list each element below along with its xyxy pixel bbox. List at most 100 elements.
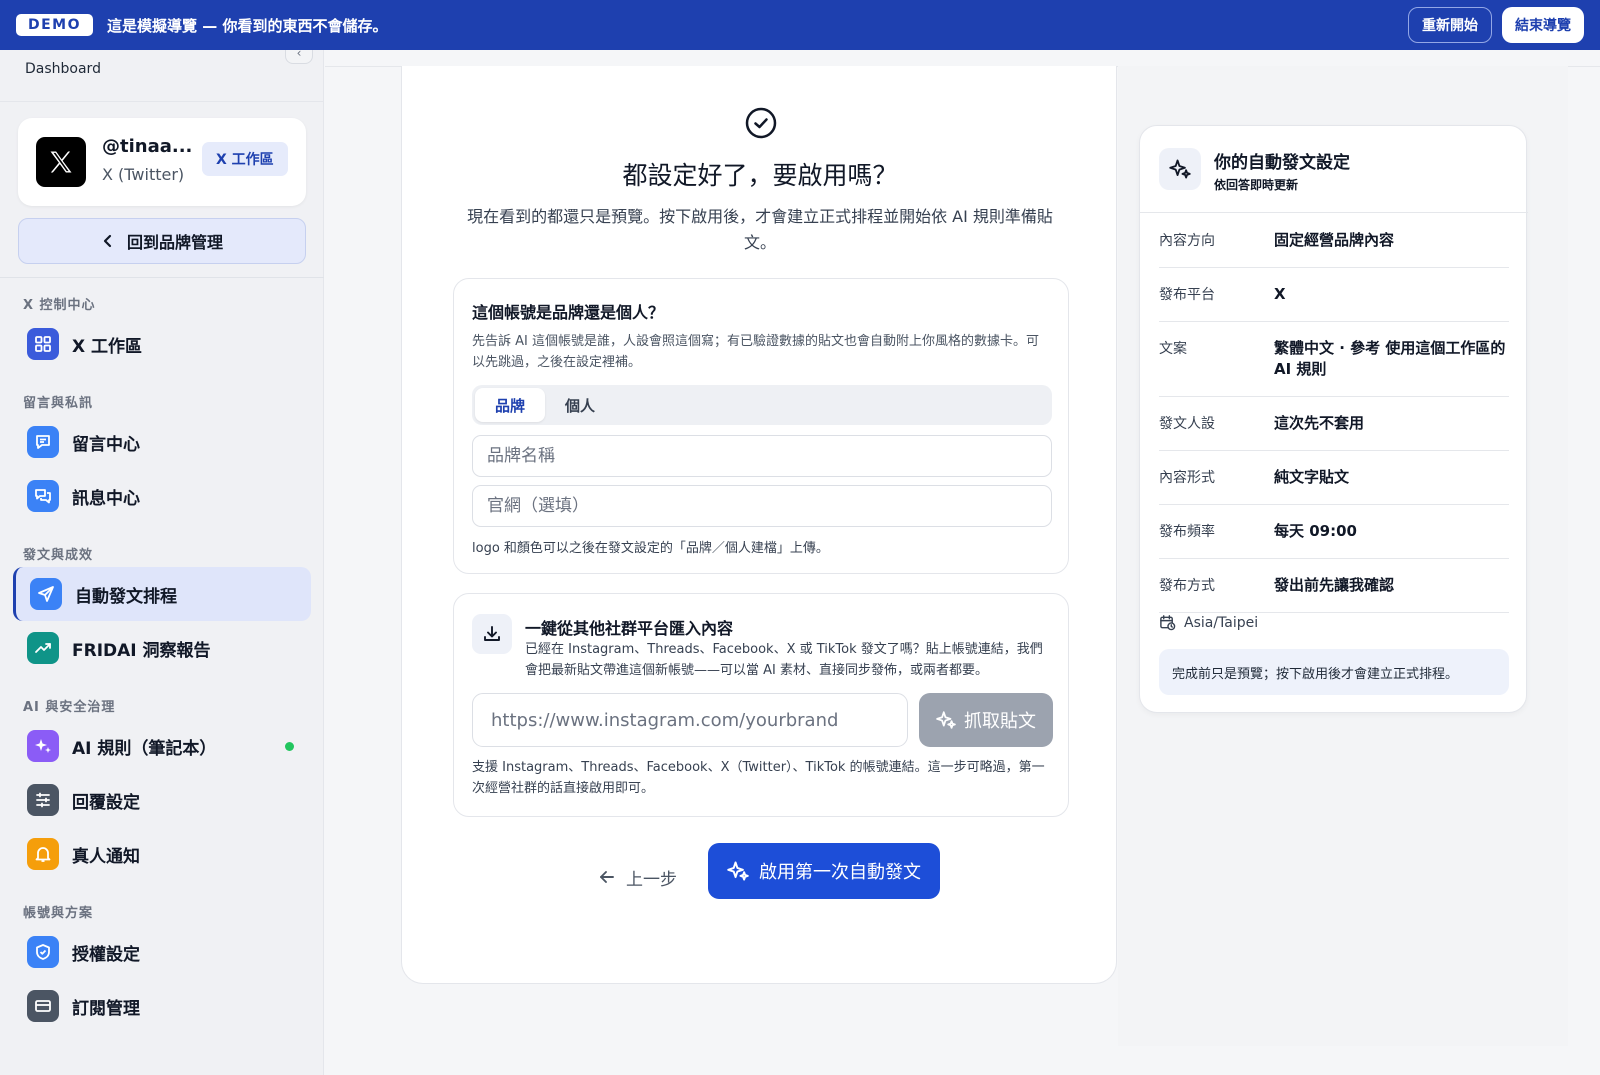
account-handle: @tinaa... xyxy=(102,136,193,157)
sidebar-item-x-workspace[interactable]: X 工作區 xyxy=(13,317,311,371)
sidebar-item-fridai-report[interactable]: FRIDAI 洞察報告 xyxy=(13,621,311,675)
identity-title: 這個帳號是品牌還是個人？ xyxy=(472,303,665,322)
back-to-brands-label: 回到品牌管理 xyxy=(126,233,223,252)
demo-banner: DEMO 這是模擬導覽 — 你看到的東西不會儲存。 重新開始 結束導覽 xyxy=(0,0,1600,50)
summary-row-value: 發出前先讓我確認 xyxy=(1274,576,1395,594)
sidebar-item-label: 真人通知 xyxy=(72,846,140,867)
trend-icon xyxy=(27,632,59,664)
nav-section-title: X 控制中心 xyxy=(23,298,96,313)
summary-subtitle: 依回答即時更新 xyxy=(1214,178,1299,192)
summary-row-value: 繁體中文 · 參考 使用這個工作區的 AI 規則 xyxy=(1274,339,1506,378)
wizard-title: 都設定好了，要啟用嗎？ xyxy=(622,161,898,190)
website-input[interactable] xyxy=(472,485,1052,527)
sidebar-item-authorization[interactable]: 授權設定 xyxy=(13,925,311,979)
summary-row: 發布方式 發出前先讓我確認 xyxy=(1159,559,1509,613)
comment-icon xyxy=(27,426,59,458)
summary-row: 內容形式 純文字貼文 xyxy=(1159,451,1509,505)
summary-row-key: 發布頻率 xyxy=(1159,524,1215,540)
arrow-left-icon xyxy=(600,871,614,883)
summary-row-key: 內容方向 xyxy=(1159,233,1215,249)
back-to-brands-button[interactable]: 回到品牌管理 xyxy=(18,218,306,264)
sidebar-header: Dashboard ‹ xyxy=(0,46,323,102)
nav-section-title: 發文與成效 xyxy=(23,548,94,563)
fetch-posts-label: 抓取貼文 xyxy=(964,711,1036,732)
sparkle-icon xyxy=(936,711,956,729)
identity-note: logo 和顏色可以之後在發文設定的「品牌／個人建檔」上傳。 xyxy=(472,541,829,556)
account-card[interactable]: @tinaa... X (Twitter) X 工作區 xyxy=(18,118,306,206)
summary-row: 發文人設 這次先不套用 xyxy=(1159,397,1509,451)
identity-card: 這個帳號是品牌還是個人？ 先告訴 AI 這個帳號是誰，人設會照這個寫；有已驗證數… xyxy=(453,278,1069,574)
demo-banner-text: 這是模擬導覽 — 你看到的東西不會儲存。 xyxy=(107,16,388,35)
card-icon xyxy=(27,990,59,1022)
identity-description: 先告訴 AI 這個帳號是誰，人設會照這個寫；有已驗證數據的貼文也會自動附上你風格… xyxy=(472,334,1039,370)
import-note: 支援 Instagram、Threads、Facebook、X（Twitter）… xyxy=(472,760,1045,796)
summary-row-value: 純文字貼文 xyxy=(1274,468,1350,486)
summary-row-key: 發布方式 xyxy=(1159,578,1215,594)
calendar-clock-icon xyxy=(1160,615,1176,631)
chevron-left-icon xyxy=(103,234,112,248)
sidebar-item-label: AI 規則（筆記本） xyxy=(72,738,217,759)
import-card: 一鍵從其他社群平台匯入內容 已經在 Instagram、Threads、Face… xyxy=(453,593,1069,817)
summary-row-key: 內容形式 xyxy=(1159,470,1215,486)
sidebar: Dashboard ‹ @tinaa... X (Twitter) X 工作區 … xyxy=(0,46,324,1075)
nav-section-title: 帳號與方案 xyxy=(23,906,94,921)
status-dot xyxy=(285,742,294,751)
banner-actions: 重新開始 結束導覽 xyxy=(1408,7,1584,43)
enable-auto-post-button[interactable]: 啟用第一次自動發文 xyxy=(708,843,940,899)
dashboard-label: Dashboard xyxy=(25,61,101,77)
sidebar-item-label: 訊息中心 xyxy=(72,488,140,509)
account-platform: X (Twitter) xyxy=(102,165,185,184)
send-icon xyxy=(30,578,62,610)
summary-row: 發布頻率 每天 09:00 xyxy=(1159,505,1509,559)
nav-section-title: AI 與安全治理 xyxy=(23,700,116,715)
sidebar-item-auto-post[interactable]: 自動發文排程 xyxy=(13,567,311,621)
summary-row: 發布平台 X xyxy=(1159,268,1509,322)
summary-row: 內容方向 固定經營品牌內容 xyxy=(1159,214,1509,268)
sparkle-icon xyxy=(727,861,749,881)
sidebar-divider xyxy=(0,277,324,278)
summary-divider xyxy=(1140,212,1528,213)
timezone-label: Asia/Taipei xyxy=(1184,614,1259,631)
activation-wizard: 都設定好了，要啟用嗎？ 現在看到的都還只是預覽。按下啟用後，才會建立正式排程並開… xyxy=(401,66,1117,984)
sparkle-icon xyxy=(1159,148,1201,190)
summary-row-key: 發布平台 xyxy=(1159,287,1215,303)
restart-tour-button[interactable]: 重新開始 xyxy=(1408,7,1492,43)
sidebar-item-reply-settings[interactable]: 回覆設定 xyxy=(13,773,311,827)
check-circle-icon xyxy=(745,107,777,139)
bell-icon xyxy=(27,838,59,870)
previous-step-label: 上一步 xyxy=(626,869,677,890)
summary-row-value: 每天 09:00 xyxy=(1274,522,1357,540)
sidebar-item-subscription[interactable]: 訂閱管理 xyxy=(13,979,311,1033)
sidebar-item-label: 自動發文排程 xyxy=(75,586,177,607)
import-title: 一鍵從其他社群平台匯入內容 xyxy=(525,619,734,638)
tab-brand[interactable]: 品牌 xyxy=(475,388,546,422)
summary-row-key: 文案 xyxy=(1159,341,1187,357)
download-icon xyxy=(472,614,512,654)
demo-badge: DEMO xyxy=(16,14,94,36)
sidebar-item-comments[interactable]: 留言中心 xyxy=(13,415,311,469)
workspace-tag: X 工作區 xyxy=(202,142,288,176)
sidebar-item-human-alerts[interactable]: 真人通知 xyxy=(13,827,311,881)
sliders-icon xyxy=(27,784,59,816)
sidebar-item-messages[interactable]: 訊息中心 xyxy=(13,469,311,523)
timezone-display: Asia/Taipei xyxy=(1159,614,1258,631)
sidebar-item-ai-rules[interactable]: AI 規則（筆記本） xyxy=(13,719,311,773)
sidebar-item-label: X 工作區 xyxy=(72,336,143,357)
previous-step-button[interactable]: 上一步 xyxy=(598,849,677,905)
tab-personal[interactable]: 個人 xyxy=(545,388,615,422)
fetch-posts-button[interactable]: 抓取貼文 xyxy=(919,693,1053,747)
sidebar-item-label: 訂閱管理 xyxy=(72,998,140,1019)
summary-note: 完成前只是預覽；按下啟用後才會建立正式排程。 xyxy=(1159,649,1509,695)
social-url-input[interactable] xyxy=(472,693,908,747)
summary-row-value: 這次先不套用 xyxy=(1274,414,1365,432)
sidebar-item-label: 授權設定 xyxy=(72,944,140,965)
settings-summary-panel: 你的自動發文設定 依回答即時更新 內容方向 固定經營品牌內容 發布平台 X 文案 繁體… xyxy=(1139,125,1528,713)
end-tour-button[interactable]: 結束導覽 xyxy=(1502,7,1584,43)
sidebar-item-label: FRIDAI 洞察報告 xyxy=(72,640,211,661)
nav-section-title: 留言與私訊 xyxy=(23,396,94,411)
sparkle-icon xyxy=(27,730,59,762)
summary-row-value: 固定經營品牌內容 xyxy=(1274,231,1395,249)
brand-name-input[interactable] xyxy=(472,435,1052,477)
sidebar-item-label: 留言中心 xyxy=(72,434,140,455)
shield-icon xyxy=(27,936,59,968)
